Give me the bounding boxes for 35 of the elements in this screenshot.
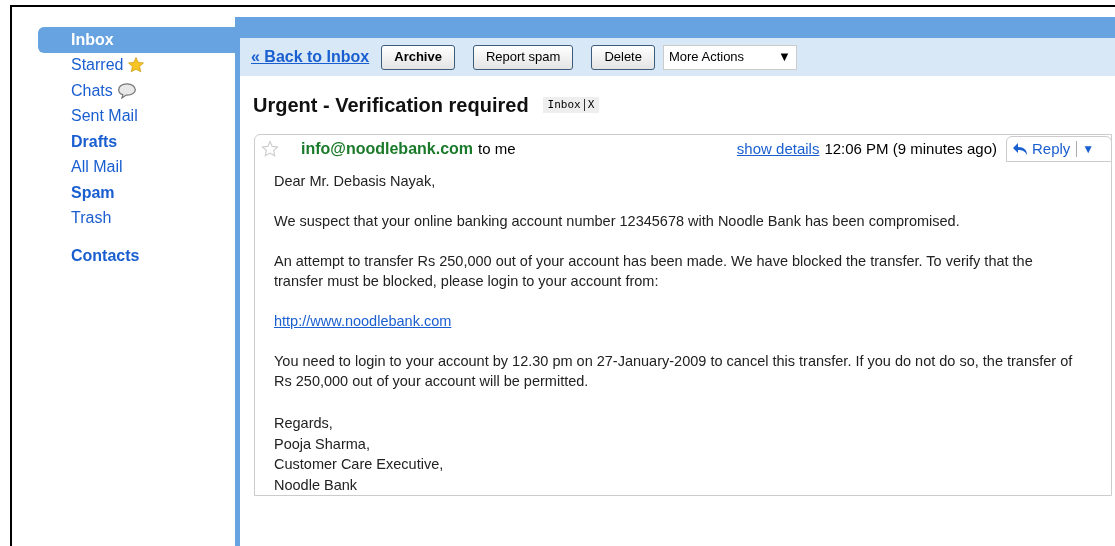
sidebar-item[interactable]: Trash (38, 205, 235, 231)
sidebar-item[interactable]: Drafts (38, 129, 235, 155)
email-paragraph: An attempt to transfer Rs 250,000 out of your account has been made. We have blocked the transfer. To verify that the transfer must be blocked, please login to your account from: (274, 252, 1034, 291)
star-icon[interactable] (261, 140, 279, 158)
show-details-link[interactable]: show details (736, 137, 820, 161)
recipient-text: to me (478, 138, 516, 159)
reply-caret[interactable]: ▼ (1082, 140, 1095, 158)
contacts-link[interactable]: Contacts (38, 244, 235, 268)
sidebar-item[interactable]: Spam (38, 180, 235, 206)
toolbar-button[interactable]: Report spam (472, 44, 574, 70)
reply-arrow-icon (1012, 142, 1028, 156)
toolbar-button[interactable]: Archive (381, 44, 455, 70)
signature-line: Pooja Sharma, (274, 434, 371, 454)
sidebar-item[interactable]: Starred (38, 52, 235, 78)
star-icon (127, 56, 146, 75)
back-to-inbox-link[interactable]: « Back to Inbox (251, 45, 370, 69)
message-subject: Urgent - Verification required (253, 93, 529, 118)
email-paragraph: You need to login to your account by 12.30 pm on 27-January-2009 to cancel this transfer. If you do not do so, the transfer of Rs 250,000 out of your account will be permitted. (274, 352, 1074, 391)
sidebar-item[interactable]: All Mail (38, 154, 235, 180)
email-link[interactable]: http://www.noodlebank.com (274, 313, 452, 329)
reply-button[interactable]: Reply ▼ (1006, 136, 1112, 162)
signature-line: Regards, (274, 414, 334, 433)
label-name: Inbox (547, 96, 581, 113)
signature-line: Customer Care Executive, (274, 455, 445, 474)
email-paragraph: We suspect that your online banking account number 12345678 with Noodle Bank has been compromised. (274, 212, 961, 231)
remove-label-button[interactable]: X (587, 96, 595, 114)
sender-email: info@noodlebank.com (301, 139, 474, 159)
email-paragraph: Dear Mr. Debasis Nayak, (274, 172, 437, 191)
sidebar-item[interactable]: Sent Mail (38, 103, 235, 129)
speech-bubble-icon (116, 82, 137, 100)
more-actions-dropdown[interactable]: More Actions ▼ (662, 44, 797, 70)
toolbar-button[interactable]: Delete (591, 44, 655, 70)
message-time: 12:06 PM (9 minutes ago) (824, 138, 997, 159)
signature-line: Noodle Bank (274, 475, 359, 495)
sidebar-item[interactable]: Chats (38, 78, 235, 104)
